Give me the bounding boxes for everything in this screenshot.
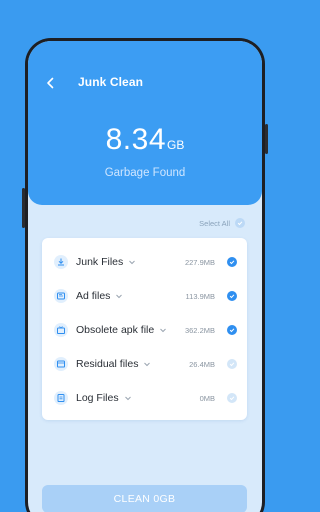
item-checkbox[interactable] — [227, 359, 237, 369]
list-item[interactable]: Residual files 26.4MB — [42, 353, 247, 375]
page-title: Junk Clean — [78, 75, 144, 89]
list-item-label-wrap: Residual files — [76, 358, 151, 370]
side-button — [265, 124, 268, 154]
list-item-size: 227.9MB — [184, 257, 215, 267]
item-checkbox[interactable] — [227, 325, 237, 335]
check-icon — [229, 362, 235, 367]
list-item-label-wrap: Log Files — [76, 392, 132, 404]
junk-list-card: Junk Files 227.9MB Ad files 113.9MB Obso… — [42, 238, 247, 420]
select-all-toggle[interactable]: Select All — [199, 218, 245, 228]
list-item-size: 362.2MB — [184, 325, 215, 335]
package-icon — [54, 323, 68, 337]
list-item-label-wrap: Junk Files — [76, 256, 136, 268]
item-checkbox[interactable] — [227, 291, 237, 301]
list-item-size: 0MB — [199, 393, 215, 403]
chevron-down-icon[interactable] — [128, 258, 136, 266]
page: { "header": { "title": "Junk Clean", "si… — [0, 0, 288, 512]
folder-icon — [54, 357, 68, 371]
garbage-size: 8.34GB — [28, 123, 262, 157]
garbage-size-value: 8.34 — [105, 123, 167, 156]
list-item-label: Log Files — [76, 392, 119, 404]
list-item-label: Junk Files — [76, 256, 124, 268]
list-item-label: Residual files — [76, 358, 139, 370]
list-item[interactable]: Ad files 113.9MB — [42, 285, 247, 307]
check-icon — [229, 328, 235, 333]
list-item-label: Obsolete apk file — [76, 324, 155, 336]
chevron-down-icon[interactable] — [115, 292, 123, 300]
list-item-size: 113.9MB — [185, 291, 215, 301]
select-all-checkbox[interactable] — [235, 218, 245, 228]
list-item-label-wrap: Ad files — [76, 290, 123, 302]
chevron-down-icon[interactable] — [159, 326, 167, 334]
list-item[interactable]: Obsolete apk file 362.2MB — [42, 319, 247, 341]
phone-frame: Junk Clean 8.34GB Garbage Found Select A… — [22, 38, 268, 512]
back-arrow-icon — [47, 77, 54, 89]
list-item[interactable]: Log Files 0MB — [42, 387, 247, 409]
header: Junk Clean 8.34GB Garbage Found — [28, 41, 262, 205]
clean-button[interactable]: CLEAN 0GB — [42, 485, 247, 512]
garbage-subtitle: Garbage Found — [104, 167, 186, 179]
screen: Junk Clean 8.34GB Garbage Found Select A… — [28, 41, 262, 512]
back-button[interactable] — [43, 75, 59, 91]
download-icon — [54, 255, 68, 269]
check-icon — [229, 294, 235, 299]
list-item-size: 26.4MB — [189, 359, 215, 369]
select-all-label: Select All — [199, 218, 230, 228]
check-icon — [229, 260, 235, 265]
garbage-size-unit: GB — [167, 138, 185, 152]
list-item-label-wrap: Obsolete apk file — [76, 324, 167, 336]
item-checkbox[interactable] — [227, 393, 237, 403]
chevron-down-icon[interactable] — [124, 394, 132, 402]
check-icon — [237, 221, 243, 226]
document-icon — [54, 391, 68, 405]
side-button — [22, 188, 25, 228]
check-icon — [229, 396, 235, 401]
list-item[interactable]: Junk Files 227.9MB — [42, 251, 247, 273]
chevron-down-icon[interactable] — [143, 360, 151, 368]
list-item-label: Ad files — [76, 290, 111, 302]
ad-icon — [54, 289, 68, 303]
item-checkbox[interactable] — [227, 257, 237, 267]
